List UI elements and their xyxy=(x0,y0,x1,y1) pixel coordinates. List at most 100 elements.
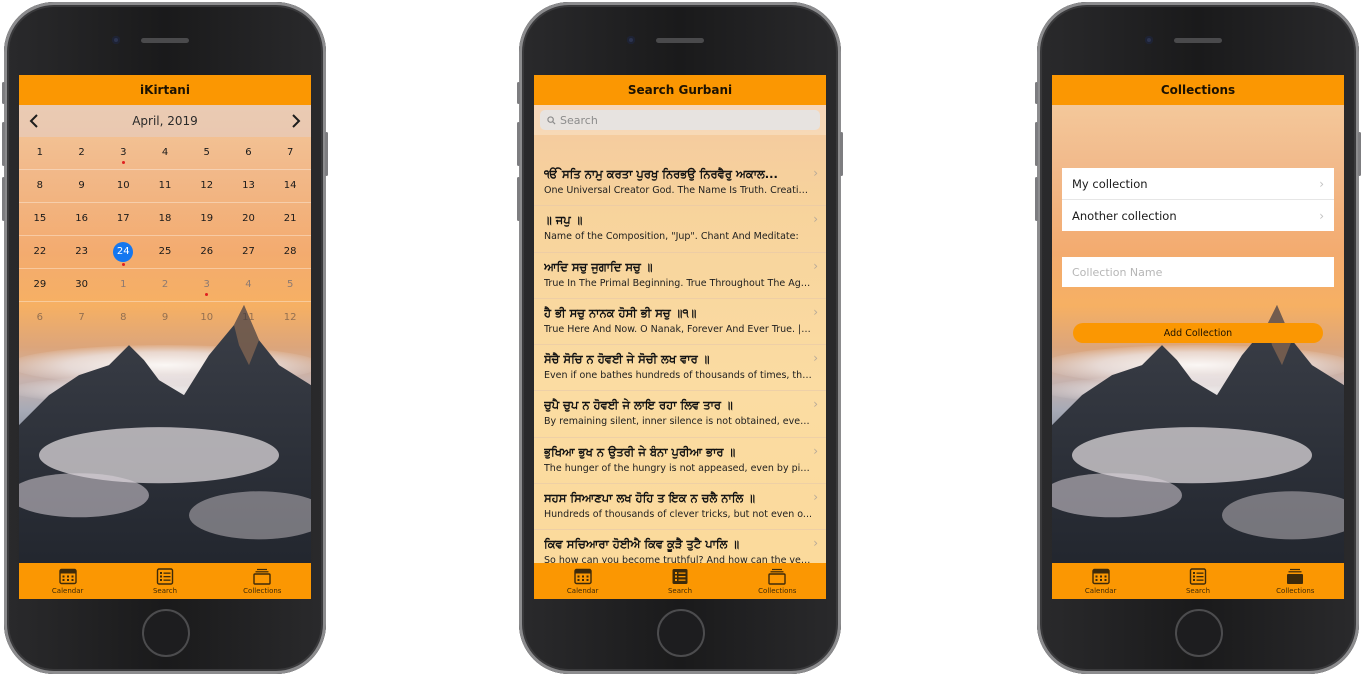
calendar-day[interactable]: 15 xyxy=(19,203,61,235)
search-input[interactable]: Search xyxy=(540,110,820,130)
tab-search[interactable]: Search xyxy=(125,567,205,595)
calendar-day-next-month[interactable]: 10 xyxy=(186,302,228,334)
tab-search[interactable]: Search xyxy=(640,568,720,595)
collection-name: Another collection xyxy=(1072,208,1177,223)
calendar-day[interactable]: 1 xyxy=(19,137,61,169)
collection-name: My collection xyxy=(1072,176,1148,191)
tab-calendar[interactable]: Calendar xyxy=(1061,568,1141,595)
gurmukhi-line: ਸਹਸ ਸਿਆਣਪਾ ਲਖ ਹੋਹਿ ਤ ਇਕ ਨ ਚਲੈ ਨਾਲਿ ॥ xyxy=(544,491,755,506)
calendar-day[interactable]: 10 xyxy=(102,170,144,202)
tab-label: Calendar xyxy=(566,586,599,595)
calendar-day[interactable]: 14 xyxy=(269,170,311,202)
search-bar: Search xyxy=(534,105,826,135)
calendar-day[interactable]: 26 xyxy=(186,236,228,268)
calendar-day-next-month[interactable]: 9 xyxy=(144,302,186,334)
collections-screen: Collections My collection › Another coll… xyxy=(1052,75,1344,599)
list-item[interactable]: ਆਦਿ ਸਚੁ ਜੁਗਾਦਿ ਸਚੁ ॥ True In The Primal B… xyxy=(534,253,826,299)
tab-calendar[interactable]: Calendar xyxy=(543,568,623,595)
calendar-week: 22 23 24 25 26 27 28 xyxy=(19,236,311,269)
chevron-left-icon[interactable] xyxy=(19,111,49,131)
list-item[interactable]: ਭੁਖਿਆ ਭੁਖ ਨ ਉਤਰੀ ਜੇ ਬੰਨਾ ਪੁਰੀਆ ਭਾਰ ॥ The … xyxy=(534,438,826,485)
list-item[interactable]: ਹੈ ਭੀ ਸਚੁ ਨਾਨਕ ਹੋਸੀ ਭੀ ਸਚੁ ॥੧॥ True Here … xyxy=(534,299,826,346)
calendar-day[interactable]: 12 xyxy=(186,170,228,202)
calendar-day[interactable]: 8 xyxy=(19,170,61,202)
month-label: April, 2019 xyxy=(132,114,198,128)
calendar-day[interactable]: 3 xyxy=(102,137,144,169)
calendar-screen: iKirtani April, 2019 1 2 3 4 5 6 7 8 9 1… xyxy=(19,75,311,599)
calendar-day[interactable]: 9 xyxy=(61,170,103,202)
calendar-day[interactable]: 22 xyxy=(19,236,61,268)
calendar-day[interactable]: 25 xyxy=(144,236,186,268)
calendar-day-next-month[interactable]: 3 xyxy=(186,269,228,301)
chevron-right-icon[interactable] xyxy=(281,111,311,131)
event-dot xyxy=(121,263,125,266)
calendar-day[interactable]: 2 xyxy=(61,137,103,169)
calendar-week: 1 2 3 4 5 6 7 xyxy=(19,137,311,170)
tab-search[interactable]: Search xyxy=(1158,567,1238,595)
gurmukhi-line: ਕਿਵ ਸਚਿਆਰਾ ਹੋਈਐ ਕਿਵ ਕੂੜੈ ਤੁਟੈ ਪਾਲਿ ॥ xyxy=(544,537,740,552)
calendar-day[interactable]: 23 xyxy=(61,236,103,268)
translation-line: By remaining silent, inner silence is no… xyxy=(544,416,812,428)
calendar-day[interactable]: 11 xyxy=(144,170,186,202)
list-item[interactable]: ॥ ਜਪੁ ॥ Name of the Composition, "Jup". C… xyxy=(534,206,826,253)
gurmukhi-line: ਸੋਚੈ ਸੋਚਿ ਨ ਹੋਵਈ ਜੇ ਸੋਚੀ ਲਖ ਵਾਰ ॥ xyxy=(544,352,710,367)
calendar-day[interactable]: 7 xyxy=(269,137,311,169)
calendar-day-next-month[interactable]: 5 xyxy=(269,269,311,301)
tab-calendar[interactable]: Calendar xyxy=(28,568,108,595)
tab-label: Search xyxy=(152,586,178,595)
calendar-day[interactable]: 4 xyxy=(144,137,186,169)
calendar-day-next-month[interactable]: 1 xyxy=(102,269,144,301)
calendar-day[interactable]: 28 xyxy=(269,236,311,268)
list-item[interactable]: ੴ ਸਤਿ ਨਾਮੁ ਕਰਤਾ ਪੁਰਖੁ ਨਿਰਭਉ ਨਿਰਵੈਰੁ ਅਕਾਲ… xyxy=(534,160,826,207)
calendar-day-next-month[interactable]: 12 xyxy=(269,302,311,334)
screen-title: Search Gurbani xyxy=(534,75,826,105)
chevron-right-icon: › xyxy=(813,351,818,366)
calendar-day[interactable]: 30 xyxy=(61,269,103,301)
phone-search: Search Gurbani Search ੴ ਸਤਿ ਨਾਮੁ ਕਰਤਾ ਪੁ… xyxy=(517,2,843,674)
calendar-day-next-month[interactable]: 11 xyxy=(228,302,270,334)
list-item[interactable]: My collection › xyxy=(1062,168,1334,200)
calendar-day[interactable]: 20 xyxy=(228,203,270,235)
tab-collections[interactable]: Collections xyxy=(222,568,302,595)
list-item[interactable]: ਸੋਚੈ ਸੋਚਿ ਨ ਹੋਵਈ ਜੇ ਸੋਚੀ ਲਖ ਵਾਰ ॥ Even if… xyxy=(534,345,826,392)
chevron-right-icon: › xyxy=(813,258,818,273)
calendar-day[interactable]: 19 xyxy=(186,203,228,235)
list-item[interactable]: Another collection › xyxy=(1062,200,1334,231)
calendar-day-next-month[interactable]: 4 xyxy=(228,269,270,301)
gurmukhi-line: ਭੁਖਿਆ ਭੁਖ ਨ ਉਤਰੀ ਜੇ ਬੰਨਾ ਪੁਰੀਆ ਭਾਰ ॥ xyxy=(544,444,736,459)
calendar-day[interactable]: 27 xyxy=(228,236,270,268)
home-button[interactable] xyxy=(142,609,190,657)
calendar-day[interactable]: 29 xyxy=(19,269,61,301)
chevron-right-icon: › xyxy=(813,490,818,505)
calendar-day-next-month[interactable]: 2 xyxy=(144,269,186,301)
calendar-day[interactable]: 17 xyxy=(102,203,144,235)
calendar-day[interactable]: 18 xyxy=(144,203,186,235)
collection-name-input[interactable] xyxy=(1062,257,1334,287)
tab-label: Calendar xyxy=(51,586,84,595)
calendar-day-next-month[interactable]: 7 xyxy=(61,302,103,334)
calendar-icon xyxy=(1091,568,1110,584)
translation-line: True In The Primal Beginning. True Throu… xyxy=(544,277,812,289)
gurmukhi-line: ਆਦਿ ਸਚੁ ਜੁਗਾਦਿ ਸਚੁ ॥ xyxy=(544,259,653,274)
calendar-week: 6 7 8 9 10 11 12 xyxy=(19,302,311,334)
tab-collections[interactable]: Collections xyxy=(1255,568,1335,595)
calendar-day[interactable]: 16 xyxy=(61,203,103,235)
tab-collections[interactable]: Collections xyxy=(737,568,817,595)
home-button[interactable] xyxy=(657,609,705,657)
calendar-day[interactable]: 13 xyxy=(228,170,270,202)
calendar-day[interactable]: 5 xyxy=(186,137,228,169)
search-icon xyxy=(547,115,556,125)
phone-calendar: iKirtani April, 2019 1 2 3 4 5 6 7 8 9 1… xyxy=(2,2,328,674)
calendar-day-selected[interactable]: 24 xyxy=(102,236,144,268)
event-dot xyxy=(205,293,209,296)
calendar-day[interactable]: 6 xyxy=(228,137,270,169)
home-button[interactable] xyxy=(1175,609,1223,657)
calendar-day-next-month[interactable]: 6 xyxy=(19,302,61,334)
chevron-right-icon: › xyxy=(1319,176,1324,191)
add-collection-button[interactable]: Add Collection xyxy=(1073,323,1323,343)
calendar-day[interactable]: 21 xyxy=(269,203,311,235)
month-navigator: April, 2019 xyxy=(19,105,311,137)
calendar-day-next-month[interactable]: 8 xyxy=(102,302,144,334)
list-item[interactable]: ਚੁਪੈ ਚੁਪ ਨ ਹੋਵਈ ਜੇ ਲਾਇ ਰਹਾ ਲਿਵ ਤਾਰ ॥ By r… xyxy=(534,391,826,438)
list-item[interactable]: ਸਹਸ ਸਿਆਣਪਾ ਲਖ ਹੋਹਿ ਤ ਇਕ ਨ ਚਲੈ ਨਾਲਿ ॥ Hund… xyxy=(534,484,826,531)
